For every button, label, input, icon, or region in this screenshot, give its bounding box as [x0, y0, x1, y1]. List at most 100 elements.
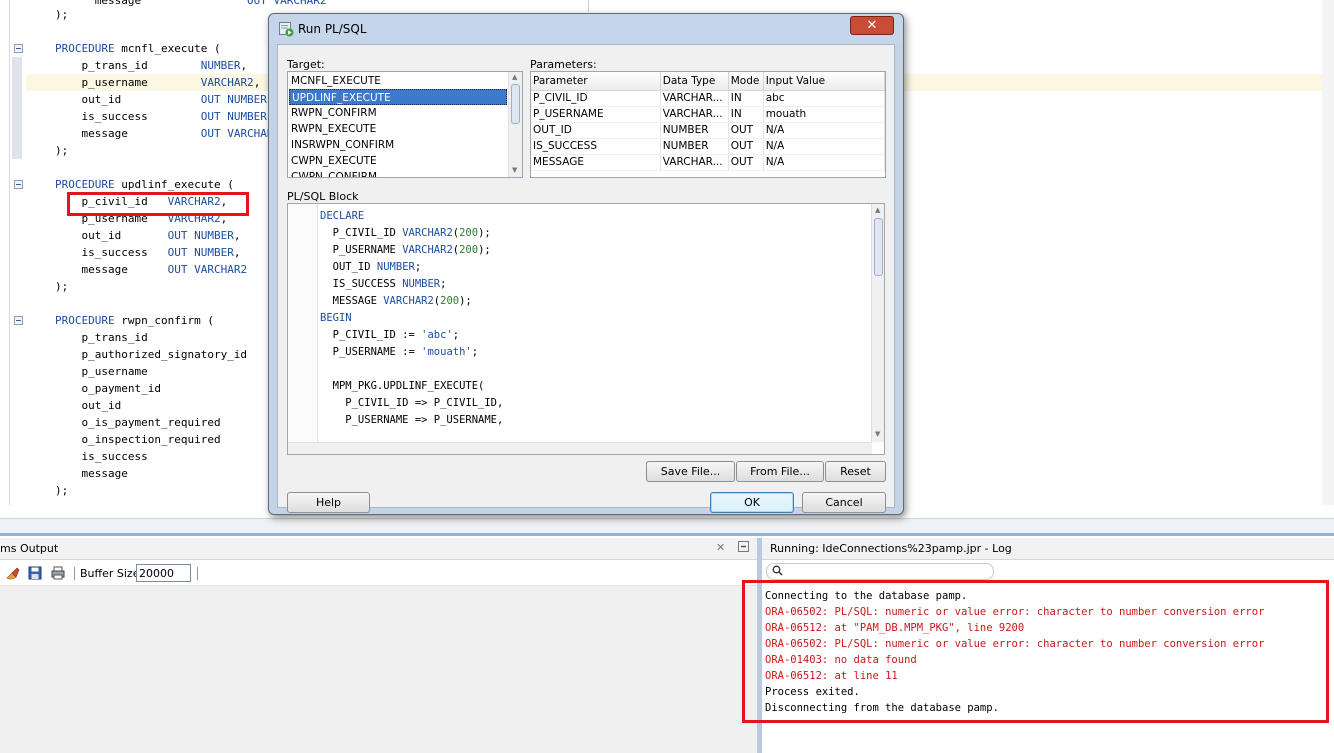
- code-line[interactable]: );: [55, 482, 68, 499]
- input-value-cell[interactable]: mouath: [763, 106, 885, 123]
- from-file-button[interactable]: From File...: [736, 461, 824, 482]
- input-value-cell[interactable]: N/A: [763, 154, 885, 171]
- scroll-up-icon[interactable]: ▲: [875, 206, 880, 214]
- reset-button[interactable]: Reset: [825, 461, 886, 482]
- code-token: P_USERNAME: [320, 244, 403, 256]
- plsql-line[interactable]: P_USERNAME VARCHAR2(200);: [320, 242, 503, 259]
- code-line[interactable]: out_id OUT NUMBER,: [55, 227, 240, 244]
- target-item[interactable]: INSRWPN_CONFIRM: [289, 137, 507, 153]
- column-header[interactable]: Mode: [728, 72, 764, 91]
- target-list[interactable]: MCNFL_EXECUTE UPDLINF_EXECUTE RWPN_CONFIRM…: [287, 71, 523, 178]
- plsql-line[interactable]: P_CIVIL_ID VARCHAR2(200);: [320, 225, 503, 242]
- plsql-line[interactable]: OUT_ID NUMBER;: [320, 259, 503, 276]
- code-line[interactable]: out_id OUT NUMBER,: [55, 91, 273, 108]
- print-icon[interactable]: [51, 566, 65, 580]
- plsql-line[interactable]: IS_SUCCESS NUMBER;: [320, 276, 503, 293]
- column-header[interactable]: Parameter: [531, 72, 661, 91]
- dbms-output-content[interactable]: [0, 586, 757, 753]
- code-line[interactable]: p_trans_id: [55, 329, 147, 346]
- code-line[interactable]: message OUT VARCHAR2: [55, 125, 280, 142]
- code-line[interactable]: message OUT VARCHAR2: [55, 0, 327, 9]
- code-line[interactable]: o_inspection_required: [55, 431, 220, 448]
- input-value-cell[interactable]: abc: [763, 90, 885, 107]
- code-line[interactable]: PROCEDURE updlinf_execute (: [55, 176, 234, 193]
- code-line[interactable]: message: [55, 465, 127, 482]
- target-item[interactable]: RWPN_CONFIRM: [289, 105, 507, 121]
- code-line[interactable]: is_success OUT NUMBER,: [55, 244, 240, 261]
- buffer-size-input[interactable]: [136, 564, 191, 582]
- log-search-input[interactable]: [766, 563, 994, 580]
- code-token: );: [478, 244, 491, 256]
- code-line[interactable]: );: [55, 142, 68, 159]
- plsql-line[interactable]: DECLARE: [320, 208, 503, 225]
- plsql-scrollbar[interactable]: ▲ ▼: [871, 204, 884, 442]
- parameter-row[interactable]: P_USERNAME VARCHAR... IN mouath: [531, 106, 885, 123]
- plsql-line[interactable]: P_USERNAME := 'mouath';: [320, 344, 503, 361]
- plsql-line[interactable]: P_CIVIL_ID := 'abc';: [320, 327, 503, 344]
- plsql-horizontal-scrollbar[interactable]: [288, 442, 872, 454]
- parameter-row[interactable]: MESSAGE VARCHAR... OUT N/A: [531, 154, 885, 171]
- parameter-row[interactable]: IS_SUCCESS NUMBER OUT N/A: [531, 138, 885, 155]
- code-line[interactable]: o_payment_id: [55, 380, 160, 397]
- fold-icon[interactable]: [14, 44, 23, 53]
- plsql-block-editor[interactable]: DECLARE P_CIVIL_ID VARCHAR2(200); P_USER…: [287, 203, 885, 455]
- target-item[interactable]: MCNFL_EXECUTE: [289, 73, 507, 89]
- code-line[interactable]: );: [55, 278, 68, 295]
- target-item[interactable]: CWPN_CONFIRM: [289, 169, 507, 177]
- help-button[interactable]: Help: [287, 492, 370, 513]
- restore-icon[interactable]: [738, 541, 749, 555]
- parameter-row[interactable]: OUT_ID NUMBER OUT N/A: [531, 122, 885, 139]
- code-line[interactable]: message OUT VARCHAR2: [55, 261, 247, 278]
- target-list-scrollbar[interactable]: ▲ ▼: [508, 72, 522, 177]
- plsql-line[interactable]: P_USERNAME => P_USERNAME,: [320, 412, 503, 429]
- code-line[interactable]: out_id: [55, 397, 121, 414]
- code-token: P_CIVIL_ID :=: [320, 329, 422, 341]
- target-item[interactable]: CWPN_EXECUTE: [289, 153, 507, 169]
- target-item[interactable]: RWPN_EXECUTE: [289, 121, 507, 137]
- column-header[interactable]: Input Value: [763, 72, 885, 91]
- close-icon[interactable]: ✕: [716, 541, 725, 554]
- input-value-cell[interactable]: N/A: [763, 138, 885, 155]
- plsql-line[interactable]: MPM_PKG.UPDLINF_EXECUTE(: [320, 378, 503, 395]
- keyword-token: OUT NUMBER: [200, 93, 267, 106]
- code-line[interactable]: is_success: [55, 448, 147, 465]
- scroll-down-icon[interactable]: ▼: [512, 166, 517, 174]
- code-line[interactable]: is_success OUT NUMBER,: [55, 108, 273, 125]
- code-line[interactable]: );: [55, 6, 68, 23]
- code-line[interactable]: o_is_payment_required: [55, 414, 220, 431]
- scroll-thumb[interactable]: [511, 84, 520, 124]
- eraser-icon[interactable]: [6, 566, 20, 580]
- data-type-cell: NUMBER: [660, 138, 729, 155]
- plsql-line[interactable]: [320, 361, 503, 378]
- code-line[interactable]: p_username VARCHAR2,: [55, 74, 260, 91]
- target-item[interactable]: UPDLINF_EXECUTE: [289, 89, 507, 105]
- editor-scrollbar[interactable]: [1322, 0, 1334, 505]
- plsql-line[interactable]: MESSAGE VARCHAR2(200);: [320, 293, 503, 310]
- cancel-button[interactable]: Cancel: [802, 492, 886, 513]
- code-token: out_id: [55, 229, 168, 242]
- save-icon[interactable]: [28, 566, 42, 580]
- scroll-up-icon[interactable]: ▲: [512, 73, 517, 81]
- dialog-title-bar[interactable]: Run PL/SQL ✕: [269, 14, 903, 44]
- code-line[interactable]: p_trans_id NUMBER,: [55, 57, 247, 74]
- parameter-row[interactable]: P_CIVIL_ID VARCHAR... IN abc: [531, 90, 885, 107]
- scroll-down-icon[interactable]: ▼: [875, 430, 880, 438]
- fold-icon[interactable]: [14, 316, 23, 325]
- plsql-line[interactable]: BEGIN: [320, 310, 503, 327]
- code-token: ,: [253, 76, 261, 89]
- save-file-button[interactable]: Save File...: [646, 461, 735, 482]
- ok-button[interactable]: OK: [710, 492, 794, 513]
- string-token: 'abc': [421, 329, 453, 341]
- column-header[interactable]: Data Type: [660, 72, 729, 91]
- code-line[interactable]: p_authorized_signatory_id: [55, 346, 247, 363]
- code-line[interactable]: PROCEDURE rwpn_confirm (: [55, 312, 214, 329]
- code-line[interactable]: p_username: [55, 363, 147, 380]
- close-button[interactable]: ✕: [850, 16, 894, 35]
- plsql-line[interactable]: P_CIVIL_ID => P_CIVIL_ID,: [320, 395, 503, 412]
- panel-splitter[interactable]: [0, 518, 1334, 536]
- input-value-cell[interactable]: N/A: [763, 122, 885, 139]
- fold-icon[interactable]: [14, 180, 23, 189]
- code-line[interactable]: PROCEDURE mcnfl_execute (: [55, 40, 221, 57]
- parameters-grid[interactable]: Parameter Data Type Mode Input Value P_C…: [530, 71, 886, 178]
- scroll-thumb[interactable]: [874, 218, 883, 276]
